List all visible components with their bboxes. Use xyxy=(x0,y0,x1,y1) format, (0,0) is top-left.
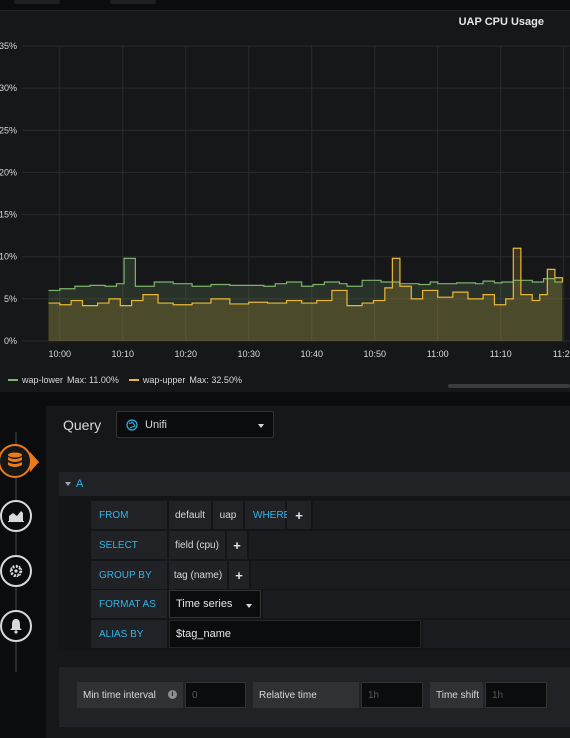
bell-icon[interactable] xyxy=(0,610,32,642)
min-interval-label: Min time interval i xyxy=(77,682,183,708)
top-tab[interactable] xyxy=(110,0,156,4)
format-as-keyword: FORMAT AS xyxy=(91,590,167,618)
collapse-icon[interactable] xyxy=(65,482,71,486)
gear-icon[interactable] xyxy=(0,555,32,587)
legend-series-stat: Max: 32.50% xyxy=(189,375,242,385)
datasource-select[interactable]: Unifi xyxy=(116,411,274,438)
panel-resize-handle[interactable] xyxy=(448,384,570,388)
y-tick-label: 25% xyxy=(0,125,17,135)
alias-by-row: ALIAS BY $tag_name xyxy=(91,620,570,648)
legend-series-stat: Max: 11.00% xyxy=(67,375,119,385)
retention-policy[interactable]: default xyxy=(169,501,211,529)
cpu-usage-chart: 35% 30% 25% 20% 15% 10% 5% 0% 10:00 10:10 10:20 10… xyxy=(0,41,570,359)
time-shift-input[interactable]: 1h xyxy=(485,682,547,708)
x-tick-label: 11:00 xyxy=(427,349,449,359)
gear-icon-glyph xyxy=(9,564,23,578)
row-filler xyxy=(251,561,570,589)
top-tab[interactable] xyxy=(14,0,60,4)
y-tick-label: 30% xyxy=(0,83,17,93)
min-interval-input[interactable]: 0 xyxy=(185,682,246,708)
chart-legend: wap-lower Max: 11.00% wap-upper Max: 32.… xyxy=(8,375,242,385)
relative-time-input[interactable]: 1h xyxy=(361,682,423,708)
alias-by-input[interactable]: $tag_name xyxy=(169,620,421,648)
legend-series-name: wap-upper xyxy=(142,375,186,385)
legend-series-name: wap-lower xyxy=(22,375,64,385)
chevron-down-icon xyxy=(246,604,252,608)
y-tick-label: 5% xyxy=(4,294,17,304)
alias-by-keyword: ALIAS BY xyxy=(91,620,167,648)
y-tick-label: 15% xyxy=(0,210,17,220)
add-select-button[interactable]: + xyxy=(227,531,247,559)
legend-item-wap-upper[interactable]: wap-upper Max: 32.50% xyxy=(128,375,242,385)
x-tick-label: 10:00 xyxy=(49,349,72,359)
select-row: SELECT field (cpu) + xyxy=(91,531,570,559)
relative-time-label: Relative time xyxy=(253,682,359,708)
database-icon-glyph xyxy=(8,452,22,467)
add-group-by-button[interactable]: + xyxy=(229,561,249,589)
row-filler xyxy=(249,531,570,559)
from-keyword: FROM xyxy=(91,501,167,529)
format-as-select[interactable]: Time series xyxy=(169,590,261,618)
top-bar xyxy=(0,0,570,10)
x-tick-label: 11:10 xyxy=(490,349,512,359)
info-icon[interactable]: i xyxy=(168,690,177,699)
y-tick-label: 0% xyxy=(4,336,17,346)
row-filler xyxy=(423,620,570,648)
x-tick-label: 10:10 xyxy=(112,349,135,359)
editor-sidebar xyxy=(0,392,46,738)
row-filler xyxy=(313,501,570,529)
datasource-name: Unifi xyxy=(145,419,168,431)
legend-item-wap-lower[interactable]: wap-lower Max: 11.00% xyxy=(8,375,119,385)
chevron-down-icon xyxy=(258,424,264,428)
group-by-row: GROUP BY tag (name) + xyxy=(91,561,570,589)
from-row: FROM default uap WHERE + xyxy=(91,501,570,529)
active-indicator-arrow xyxy=(30,452,39,472)
time-shift-label: Time shift xyxy=(430,682,483,708)
y-tick-label: 10% xyxy=(0,252,17,262)
x-tick-label: 10:50 xyxy=(363,349,386,359)
database-icon[interactable] xyxy=(0,444,32,478)
x-tick-label: 10:20 xyxy=(175,349,198,359)
select-field[interactable]: field (cpu) xyxy=(169,531,225,559)
query-ref-id[interactable]: A xyxy=(76,478,83,490)
chart-icon-glyph xyxy=(8,511,24,522)
min-interval-text: Min time interval xyxy=(83,689,156,701)
format-as-value: Time series xyxy=(176,598,233,610)
legend-swatch xyxy=(8,379,18,381)
query-label: Query xyxy=(63,417,102,433)
select-keyword: SELECT xyxy=(91,531,167,559)
query-row-header[interactable]: A xyxy=(59,472,570,496)
row-filler xyxy=(263,590,570,618)
x-tick-label: 10:30 xyxy=(237,349,260,359)
group-by-keyword: GROUP BY xyxy=(91,561,167,589)
format-as-row: FORMAT AS Time series xyxy=(91,590,570,618)
measurement[interactable]: uap xyxy=(213,501,243,529)
where-keyword: WHERE xyxy=(245,501,290,529)
chart-icon[interactable] xyxy=(0,500,32,532)
graph-panel: UAP CPU Usage 35% 30% 25% 20% 15% 10% 5% 0% 10:… xyxy=(0,10,570,391)
y-tick-label: 20% xyxy=(0,167,17,177)
bell-icon-glyph xyxy=(10,619,22,634)
datasource-icon xyxy=(126,419,138,434)
y-tick-label: 35% xyxy=(0,41,17,51)
legend-swatch xyxy=(128,379,139,381)
x-tick-label: 10:40 xyxy=(300,349,323,359)
group-by-tag[interactable]: tag (name) xyxy=(169,561,227,589)
x-tick-label: 11:20 xyxy=(553,349,570,359)
add-where-button[interactable]: + xyxy=(287,501,311,529)
